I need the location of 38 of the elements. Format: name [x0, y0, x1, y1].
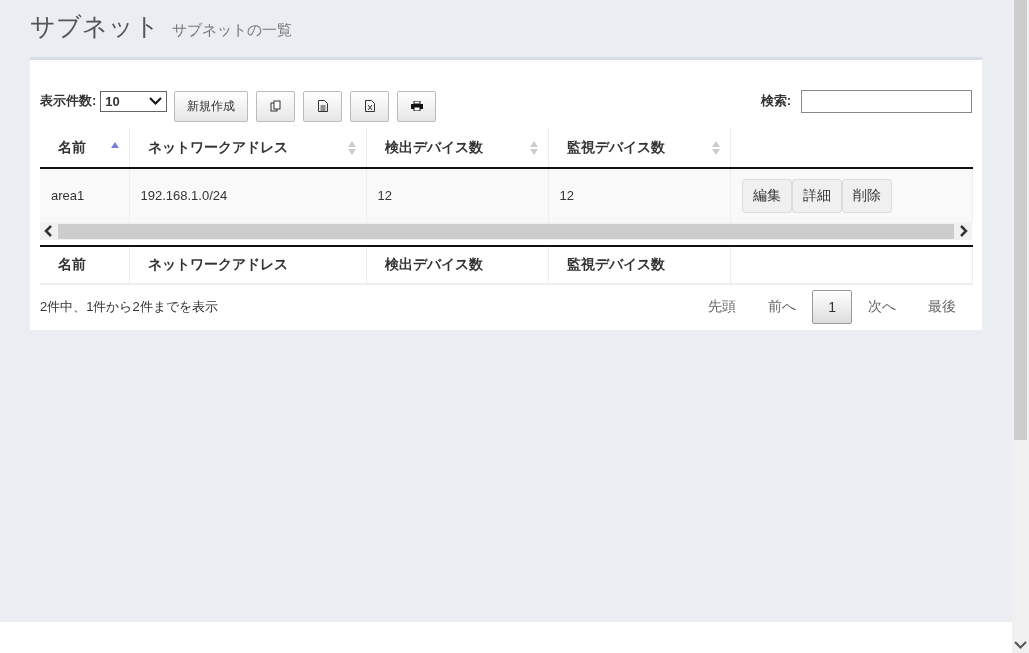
print-button[interactable]	[397, 90, 437, 122]
page-title: サブネット	[30, 11, 160, 42]
horizontal-scrollbar[interactable]	[40, 222, 972, 240]
pagination-link[interactable]: 次へ	[852, 289, 912, 325]
table-cell: 12	[548, 168, 730, 222]
new-button[interactable]: 新規作成	[174, 90, 249, 122]
column-footer: 名前	[40, 246, 129, 284]
document-icon	[317, 100, 328, 112]
printer-icon	[410, 101, 423, 111]
column-header[interactable]: 名前	[40, 128, 129, 168]
column-header[interactable]: ネットワークアドレス	[129, 128, 366, 168]
column-header[interactable]: 検出デバイス数	[366, 128, 548, 168]
page-length-label: 表示件数:	[40, 92, 97, 110]
search-label: 検索:	[760, 92, 791, 110]
column-footer: 監視デバイス数	[548, 246, 730, 284]
spreadsheet-icon	[364, 100, 375, 112]
table-cell: 12	[366, 168, 548, 222]
page-length-select[interactable]: 10	[100, 90, 168, 112]
action-button[interactable]: 編集	[741, 178, 792, 213]
chevron-down-icon	[149, 97, 163, 105]
copy-icon	[269, 100, 282, 112]
current-page-button[interactable]: 1	[812, 290, 852, 324]
pagination-link[interactable]: 前へ	[752, 289, 813, 325]
export-button[interactable]	[350, 90, 390, 122]
column-footer: ネットワークアドレス	[129, 246, 366, 284]
vertical-scrollbar[interactable]	[1012, 0, 1029, 653]
column-footer: 検出デバイス数	[366, 246, 548, 284]
table-info: 2件中、1件から2件までを表示	[40, 298, 218, 316]
table-cell: area1	[40, 168, 129, 222]
action-button[interactable]: 削除	[841, 178, 892, 213]
pagination-link[interactable]: 最後	[912, 289, 972, 325]
table-cell: 192.168.1.0/24	[129, 168, 366, 222]
column-header[interactable]: 監視デバイス数	[548, 128, 730, 168]
action-button[interactable]: 詳細	[791, 178, 842, 213]
page-subtitle: サブネットの一覧	[172, 21, 292, 40]
search-field[interactable]	[801, 89, 972, 113]
pagination-link[interactable]: 先頭	[692, 289, 753, 325]
export-button[interactable]	[303, 90, 343, 122]
